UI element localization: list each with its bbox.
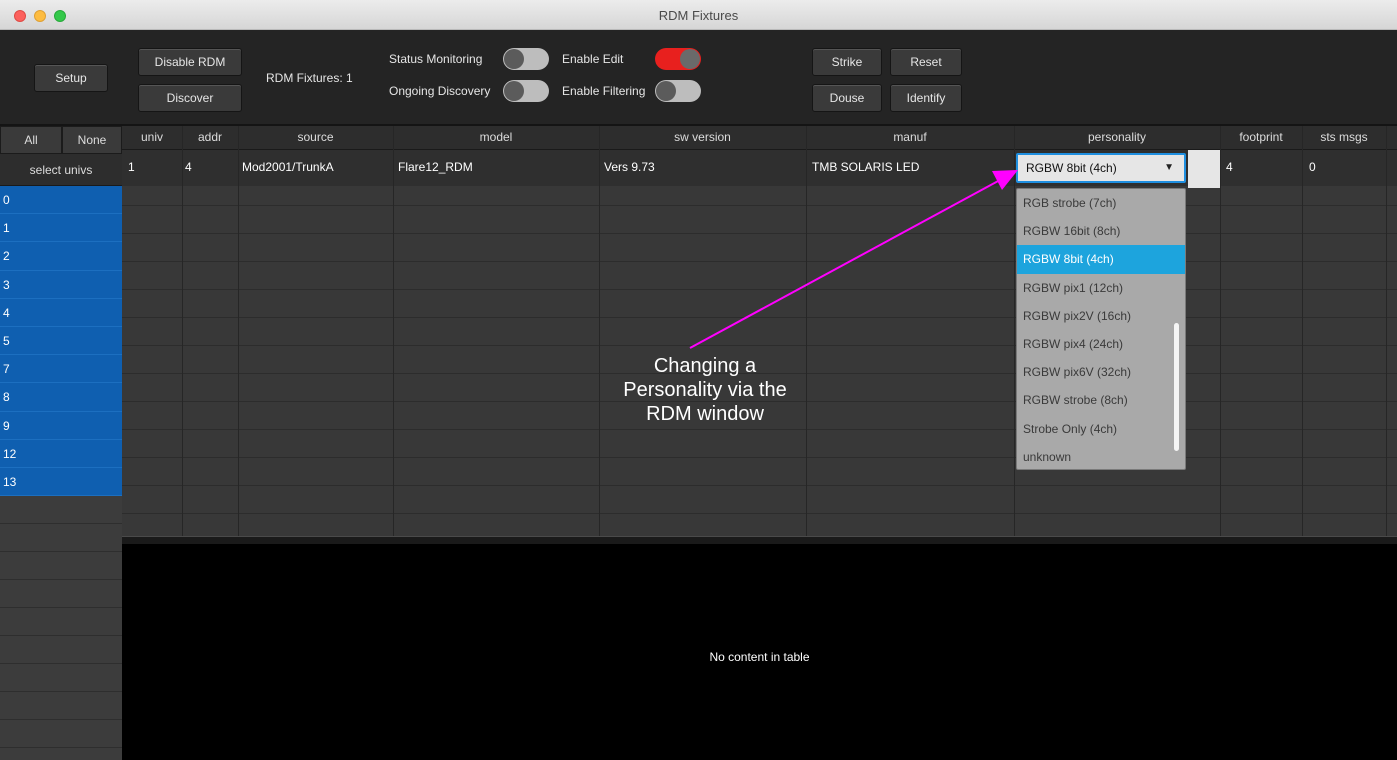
personality-combo[interactable]: RGBW 8bit (4ch) ▼ [1016,153,1186,183]
universe-item[interactable]: 13 [0,467,122,497]
universe-item[interactable]: 0 [0,186,122,215]
discover-button[interactable]: Discover [138,84,242,112]
column-divider [1014,126,1015,536]
universe-item[interactable]: 2 [0,242,122,271]
split-pane-divider[interactable] [122,536,1397,544]
col-model[interactable]: model [393,126,599,150]
status-messages-table: No content in table [122,544,1397,760]
personality-dropdown-list: RGB strobe (7ch) RGBW 16bit (8ch) RGBW 8… [1016,188,1186,470]
universe-list: 0 1 2 3 4 5 7 8 9 12 13 [0,186,122,497]
cell-model: Flare12_RDM [398,160,473,174]
reset-button[interactable]: Reset [890,48,962,76]
toggle-knob [680,49,700,69]
ongoing-discovery-toggle[interactable] [503,80,549,102]
universe-item[interactable]: 12 [0,439,122,468]
dropdown-arrow-icon: ▼ [1164,162,1174,173]
universe-item[interactable]: 8 [0,383,122,412]
select-univs-header: select univs [0,154,122,186]
col-addr[interactable]: addr [182,126,238,150]
personality-cell-bg [1188,150,1220,188]
universe-item[interactable]: 1 [0,214,122,243]
column-divider [806,126,807,536]
column-divider [599,126,600,536]
disable-rdm-button[interactable]: Disable RDM [138,48,242,76]
strike-button[interactable]: Strike [812,48,882,76]
toolbar: Setup Disable RDM Discover RDM Fixtures:… [0,30,1397,126]
col-personality[interactable]: personality [1014,126,1220,150]
cell-footprint: 4 [1226,160,1233,174]
cell-source: Mod2001/TrunkA [242,160,334,174]
col-source[interactable]: source [238,126,393,150]
setup-button[interactable]: Setup [34,64,108,92]
ongoing-discovery-label: Ongoing Discovery [389,84,491,98]
toggle-knob [656,81,676,101]
universe-item[interactable]: 7 [0,355,122,384]
annotation-line: RDM window [646,403,764,425]
enable-filtering-label: Enable Filtering [562,84,646,98]
fixture-count: RDM Fixtures: 1 [266,71,353,85]
universe-item[interactable]: 4 [0,298,122,327]
table-header: univ addr source model sw version manuf … [122,126,1397,150]
annotation-line: Personality via the [623,379,787,401]
column-divider [393,126,394,536]
enable-filtering-toggle[interactable] [655,80,701,102]
universe-item[interactable]: 3 [0,270,122,299]
col-univ[interactable]: univ [122,126,182,150]
column-divider [182,126,183,536]
empty-table-message: No content in table [709,650,810,664]
status-monitoring-toggle[interactable] [503,48,549,70]
fixtures-table: 1 4 Mod2001/TrunkA Flare12_RDM Vers 9.73… [122,126,1397,536]
select-all-button[interactable]: All [0,126,62,154]
personality-option[interactable]: RGBW pix1 (12ch) [1017,274,1185,302]
toggle-knob [504,81,524,101]
cell-univ: 1 [128,160,135,174]
universe-item[interactable]: 5 [0,326,122,356]
universe-item[interactable]: 9 [0,411,122,440]
cell-sts-msgs: 0 [1309,160,1316,174]
personality-combo-value: RGBW 8bit (4ch) [1026,161,1117,175]
personality-option[interactable]: Strobe Only (4ch) [1017,415,1185,443]
col-sts-msgs[interactable]: sts msgs [1302,126,1386,150]
title-bar: RDM Fixtures [0,0,1397,30]
column-divider [1302,126,1303,536]
personality-option-selected[interactable]: RGBW 8bit (4ch) [1017,245,1185,274]
status-monitoring-label: Status Monitoring [389,52,483,66]
annotation-line: Changing a [653,355,757,377]
personality-option[interactable]: RGBW pix4 (24ch) [1017,330,1185,358]
col-footprint[interactable]: footprint [1220,126,1302,150]
enable-edit-toggle[interactable] [655,48,701,70]
personality-option[interactable]: RGB strobe (7ch) [1017,189,1185,217]
cell-sw-version: Vers 9.73 [604,160,655,174]
cell-manuf: TMB SOLARIS LED [812,160,920,174]
cell-addr: 4 [185,160,192,174]
empty-universe-rows [0,496,122,760]
column-divider [238,126,239,536]
select-none-button[interactable]: None [62,126,122,154]
personality-option[interactable]: RGBW pix2V (16ch) [1017,302,1185,330]
identify-button[interactable]: Identify [890,84,962,112]
personality-option[interactable]: RGBW strobe (8ch) [1017,386,1185,414]
personality-option[interactable]: RGBW pix6V (32ch) [1017,358,1185,386]
douse-button[interactable]: Douse [812,84,882,112]
toggle-knob [504,49,524,69]
table-body [122,150,1397,536]
column-divider [1386,126,1387,536]
enable-edit-label: Enable Edit [562,52,624,66]
window-title: RDM Fixtures [658,8,739,23]
universe-panel: All None select univs 0 1 2 3 4 5 7 8 9 … [0,126,122,760]
dropdown-scrollbar[interactable] [1174,323,1179,451]
personality-option[interactable]: unknown [1017,443,1185,471]
personality-option[interactable]: RGBW 16bit (8ch) [1017,217,1185,245]
annotation-text: Changing a Personality via the RDM windo… [555,354,855,426]
column-divider [1220,126,1221,536]
col-sw-version[interactable]: sw version [599,126,806,150]
col-manuf[interactable]: manuf [806,126,1014,150]
